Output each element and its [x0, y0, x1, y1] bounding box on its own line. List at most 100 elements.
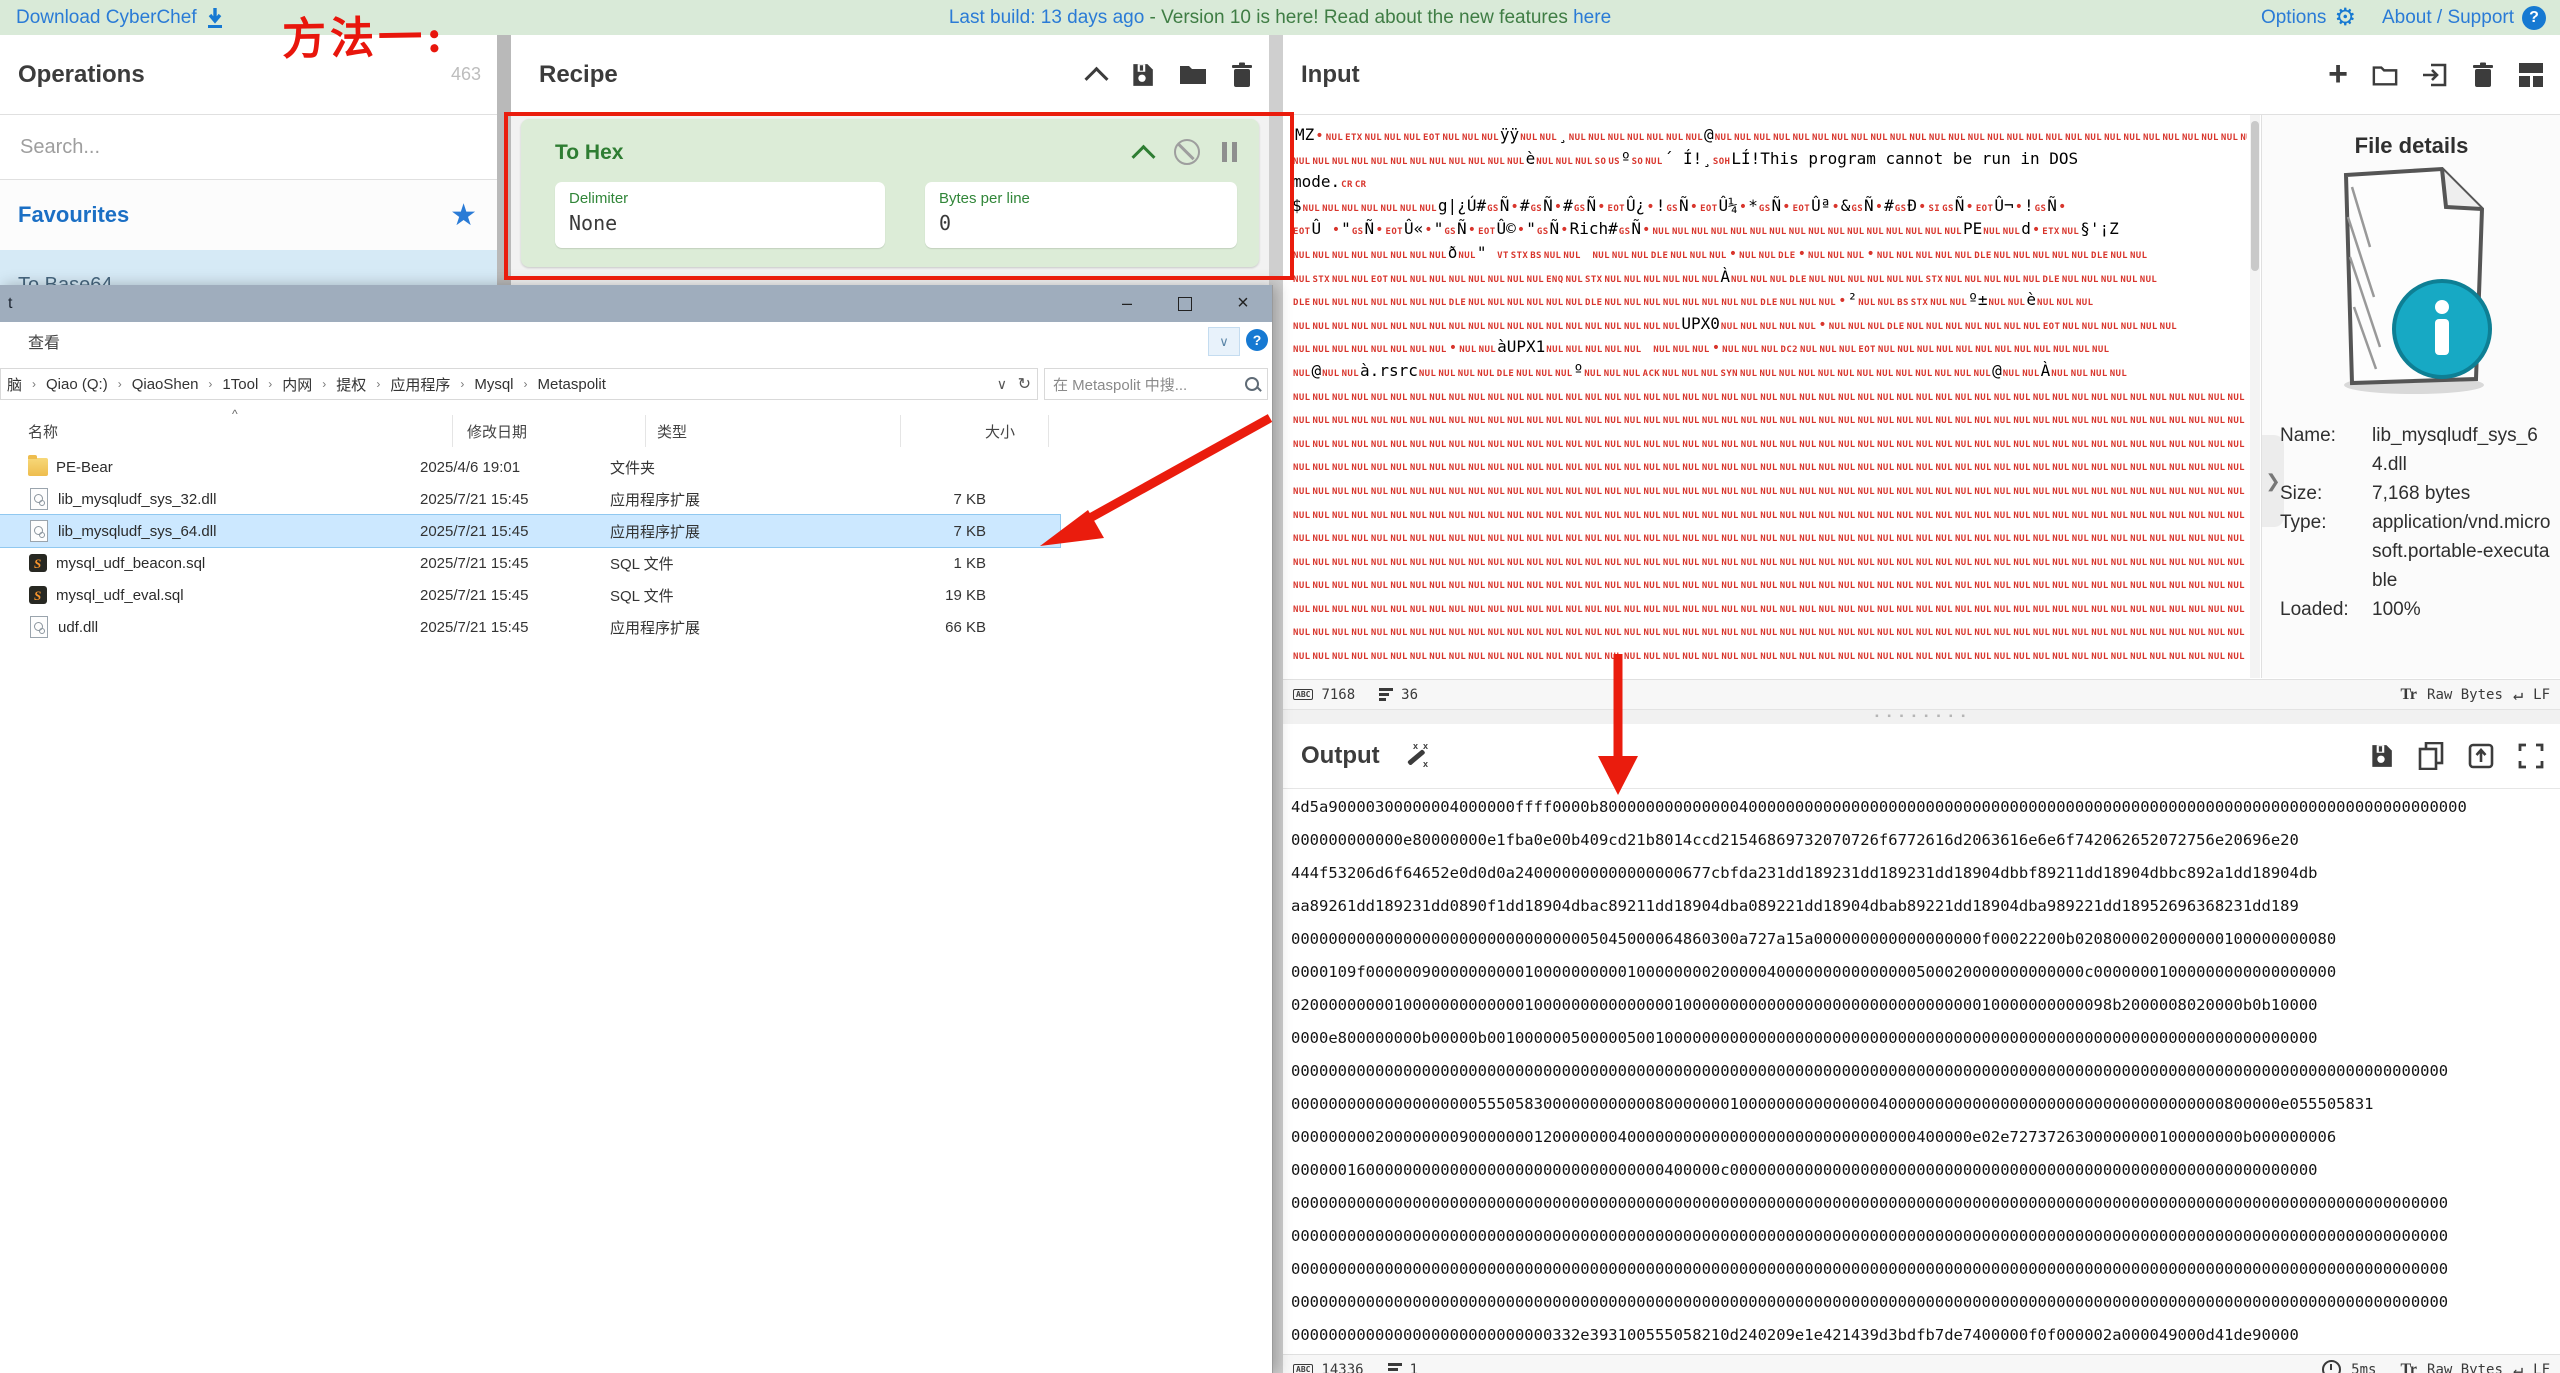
- control-char: NUL: [1545, 463, 1564, 473]
- output-area[interactable]: 4d5a90000300000004000000ffff0000b8000000…: [1283, 788, 2560, 1355]
- control-char: NUL: [1857, 416, 1876, 426]
- column-header-date[interactable]: 修改日期: [467, 421, 527, 442]
- output-encoding-label[interactable]: Raw Bytes: [2427, 1362, 2503, 1373]
- favourites-label: Favourites: [18, 202, 129, 228]
- control-char: NUL: [2207, 558, 2226, 568]
- file-row-PE-Bear[interactable]: PE-Bear2025/4/6 19:01文件夹: [0, 451, 1060, 483]
- input-eol-label[interactable]: LF: [2533, 687, 2550, 703]
- close-button[interactable]: ×: [1214, 285, 1272, 322]
- star-icon[interactable]: ★: [450, 198, 477, 233]
- control-char: NUL: [1526, 652, 1545, 662]
- file-row-lib_mysqludf_sys_64.dll[interactable]: lib_mysqludf_sys_64.dll2025/7/21 15:45应用…: [0, 515, 1060, 547]
- file-row-mysql_udf_eval.sql[interactable]: mysql_udf_eval.sql2025/7/21 15:45SQL 文件1…: [0, 579, 1060, 611]
- column-header-type[interactable]: 类型: [657, 421, 687, 442]
- copy-output-icon[interactable]: [2418, 742, 2444, 770]
- output-eol-label[interactable]: LF: [2533, 1362, 2550, 1373]
- font-toggle-icon[interactable]: Tr: [2400, 1361, 2417, 1373]
- control-char: NUL: [2032, 534, 2051, 544]
- control-char: NUL: [1915, 487, 1934, 497]
- collapse-recipe-icon[interactable]: [1088, 66, 1105, 83]
- explorer-help-icon[interactable]: ?: [1246, 329, 1268, 351]
- column-header-size[interactable]: 大小: [985, 421, 1015, 442]
- open-file-folder-icon[interactable]: [2372, 63, 2398, 87]
- disable-operation-icon[interactable]: [1174, 139, 1200, 165]
- control-char: NUL: [1604, 345, 1623, 355]
- control-char: NUL: [1876, 463, 1895, 473]
- address-dropdown-icon[interactable]: ∨: [997, 376, 1007, 393]
- control-char: DLE: [1759, 298, 1778, 308]
- control-char: NUL: [1846, 227, 1865, 237]
- last-build-link[interactable]: Last build: 13 days ago: [949, 7, 1144, 28]
- about-support-button[interactable]: About / Support ?: [2382, 6, 2546, 30]
- control-char: DC2: [1780, 345, 1799, 355]
- explorer-search-box[interactable]: 在 Metaspolit 中搜...: [1044, 368, 1268, 400]
- replace-input-with-output-icon[interactable]: [2468, 743, 2494, 769]
- clear-input-trash-icon[interactable]: [2472, 62, 2494, 88]
- collapse-operation-icon[interactable]: [1135, 144, 1152, 161]
- file-row-mysql_udf_beacon.sql[interactable]: mysql_udf_beacon.sql2025/7/21 15:45SQL 文…: [0, 547, 1060, 579]
- control-char-bullet: •: [1837, 293, 1847, 309]
- save-output-icon[interactable]: [2368, 743, 2394, 769]
- control-char: NUL: [1506, 534, 1525, 544]
- file-row-udf.dll[interactable]: udf.dll2025/7/21 15:45应用程序扩展66 KB: [0, 611, 1060, 643]
- control-char: NUL: [1850, 133, 1869, 143]
- control-char: NUL: [1591, 251, 1610, 261]
- breadcrumb-item[interactable]: Qiao (Q:): [46, 376, 108, 393]
- control-char: NUL: [1331, 345, 1350, 355]
- control-char: NUL: [2051, 558, 2070, 568]
- breadcrumb-item[interactable]: 脑: [7, 374, 22, 395]
- bytes-per-line-input[interactable]: Bytes per line 0: [925, 182, 1237, 248]
- control-char: ETX: [1344, 133, 1363, 143]
- minimize-button[interactable]: –: [1098, 285, 1156, 322]
- maximise-output-icon[interactable]: [2518, 743, 2544, 769]
- control-char: NUL: [1467, 275, 1486, 285]
- download-cyberchef-link[interactable]: Download CyberChef: [16, 7, 225, 29]
- input-status-bar: ABC 7168 36 Tr Raw Bytes ↵ LF: [1283, 679, 2560, 709]
- magic-wand-icon[interactable]: x x x: [1402, 741, 1432, 771]
- input-encoding-label[interactable]: Raw Bytes: [2427, 687, 2503, 703]
- input-editor[interactable]: MZ•NULETXNULNULNULEOTNULNULNULÿÿNULNUL¸N…: [1283, 115, 2560, 678]
- new-features-link[interactable]: here: [1573, 7, 1611, 28]
- explorer-title-bar[interactable]: t – ×: [0, 285, 1272, 322]
- breadcrumb-item[interactable]: 1Tool: [222, 376, 258, 393]
- breadcrumb-item[interactable]: 内网: [282, 374, 312, 395]
- recipe-operation-to-hex[interactable]: To Hex Delimiter None Bytes per line 0: [521, 119, 1259, 267]
- favourites-header[interactable]: Favourites ★: [0, 180, 497, 251]
- operations-count: 463: [451, 64, 481, 85]
- control-char: NUL: [1944, 275, 1963, 285]
- save-recipe-icon[interactable]: [1129, 62, 1155, 88]
- breadcrumb-item[interactable]: 提权: [336, 374, 366, 395]
- breadcrumb-item[interactable]: 应用程序: [390, 374, 450, 395]
- maximize-button[interactable]: [1156, 285, 1214, 322]
- breakpoint-icon[interactable]: [1222, 142, 1237, 162]
- breadcrumb-item[interactable]: Mysql: [474, 376, 513, 393]
- breadcrumb-item[interactable]: QiaoShen: [132, 376, 199, 393]
- file-row-lib_mysqludf_sys_32.dll[interactable]: lib_mysqludf_sys_32.dll2025/7/21 15:45应用…: [0, 483, 1060, 515]
- load-recipe-folder-icon[interactable]: [1179, 63, 1207, 87]
- ribbon-collapse-icon[interactable]: ∨: [1208, 327, 1240, 356]
- input-scrollbar[interactable]: [2250, 115, 2260, 678]
- output-content[interactable]: 4d5a90000300000004000000ffff0000b8000000…: [1291, 791, 2553, 1352]
- control-char: NUL: [1506, 416, 1525, 426]
- input-content[interactable]: MZ•NULETXNULNULNULEOTNULNULNULÿÿNULNUL¸N…: [1292, 123, 2247, 666]
- input-scrollbar-thumb[interactable]: [2251, 121, 2259, 271]
- font-toggle-icon[interactable]: Tr: [2400, 686, 2417, 704]
- add-input-tab-icon[interactable]: +: [2328, 55, 2348, 94]
- control-char: NUL: [1729, 227, 1748, 237]
- refresh-icon[interactable]: ↻: [1018, 374, 1031, 394]
- control-char: NUL: [1876, 393, 1895, 403]
- breadcrumb-item[interactable]: Metaspolit: [538, 376, 606, 393]
- clear-recipe-trash-icon[interactable]: [1231, 62, 1253, 88]
- column-header-name[interactable]: 名称: [28, 421, 58, 442]
- options-button[interactable]: Options ⚙: [2261, 6, 2356, 30]
- io-resize-handle[interactable]: ▪ ▪ ▪ ▪ ▪ ▪ ▪ ▪: [1283, 709, 2560, 725]
- delimiter-select[interactable]: Delimiter None: [555, 182, 885, 248]
- control-char: NUL: [1986, 133, 2005, 143]
- control-char: NUL: [2188, 558, 2207, 568]
- open-folder-input-icon[interactable]: [2422, 62, 2448, 88]
- search-input[interactable]: [18, 135, 462, 160]
- menu-view[interactable]: 查看: [28, 329, 60, 353]
- control-char: NUL: [2188, 463, 2207, 473]
- address-bar[interactable]: 脑›Qiao (Q:)›QiaoShen›1Tool›内网›提权›应用程序›My…: [0, 368, 1038, 400]
- input-tabs-layout-icon[interactable]: [2518, 62, 2544, 88]
